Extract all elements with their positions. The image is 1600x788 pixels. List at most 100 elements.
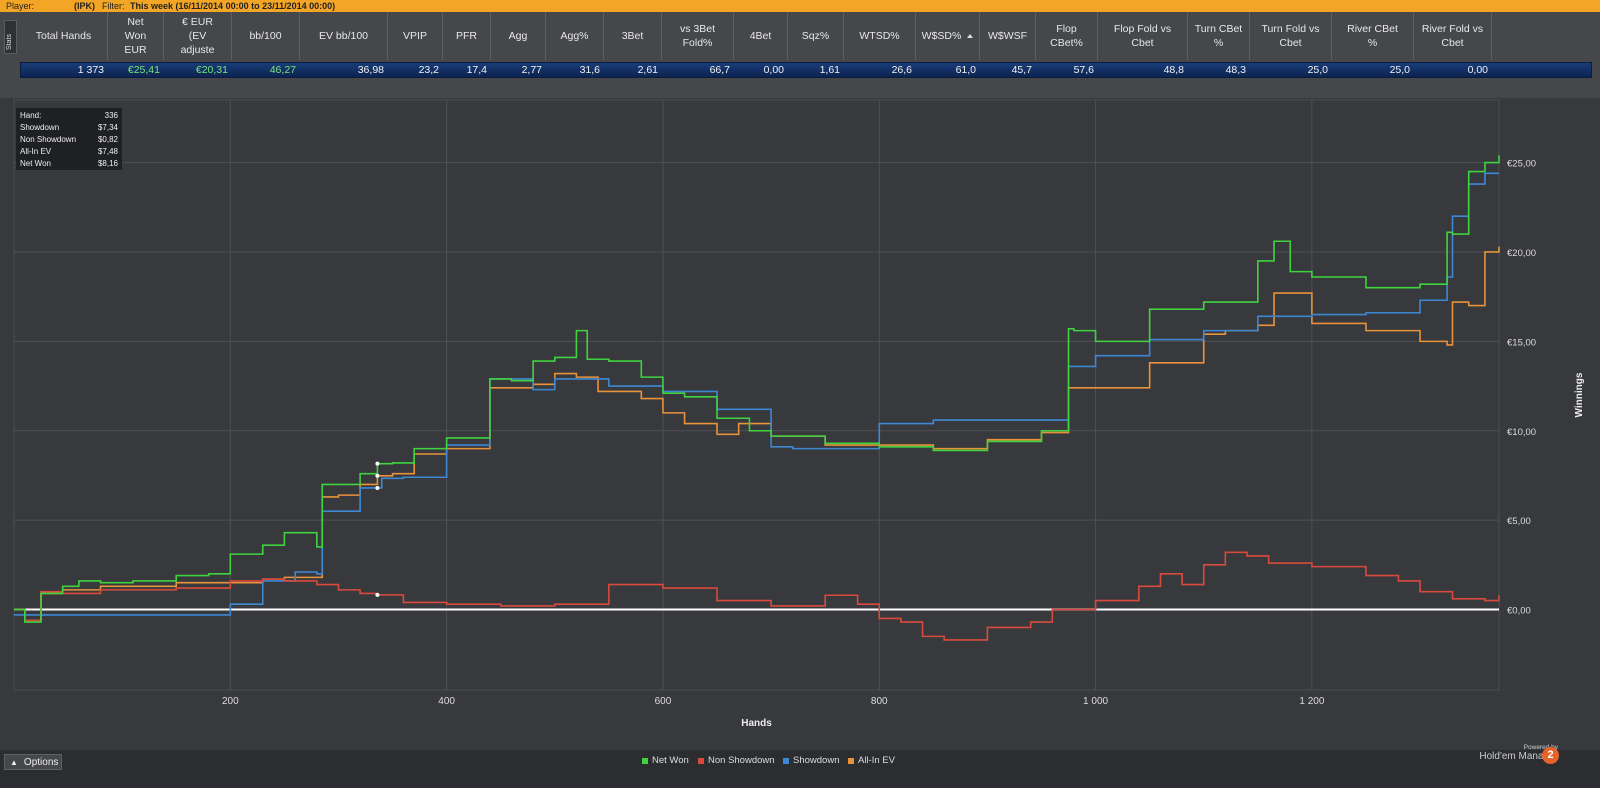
legend-swatch: [698, 757, 704, 764]
stats-header-label: € EUR (EV adjuste: [180, 16, 215, 56]
y-tick-label: €15,00: [1507, 337, 1536, 348]
stats-value-cell: 23,2: [418, 64, 439, 76]
stats-header-label: W$WSF: [987, 30, 1028, 42]
winnings-chart: 200 400 600 800 1 000 1 200 €0,00 €5,00 €10,00 €1…: [0, 98, 1600, 750]
stats-value-cell: 25,0: [1389, 64, 1410, 76]
options-button[interactable]: ▲ Options: [4, 754, 62, 770]
sort-ascending-icon: [967, 34, 974, 38]
plot-area: [13, 99, 1500, 691]
options-label: Options: [23, 756, 59, 768]
chart-svg: 200 400 600 800 1 000 1 200 €0,00 €5,00 €10,00 €1…: [13, 99, 1585, 729]
hand-tooltip-value: $8,16: [97, 159, 118, 168]
hand-tooltip-row: Hand: 336: [20, 110, 118, 122]
x-tick-label: 200: [222, 696, 239, 707]
stats-header-cell[interactable]: bb/100: [232, 12, 300, 60]
x-tick-label: 600: [655, 696, 672, 707]
y-tick-label: €10,00: [1507, 427, 1536, 438]
stats-header-cell[interactable]: vs 3Bet Fold%: [662, 12, 734, 60]
stats-header-label: WTSD%: [859, 30, 900, 42]
stats-tab-label: Stats: [6, 34, 13, 50]
stats-header-label: River Fold vs Cbet: [1421, 23, 1484, 49]
stats-header-cell[interactable]: Agg%: [546, 12, 604, 60]
stats-value-cell: 26,6: [891, 64, 912, 76]
stats-header-cell[interactable]: EV bb/100: [300, 12, 388, 60]
stats-value-cell: €25,41: [127, 64, 160, 76]
stats-tab[interactable]: Stats: [4, 20, 17, 54]
stats-header-cell[interactable]: River CBet %: [1332, 12, 1414, 60]
stats-header-cell[interactable]: Net Won EUR: [108, 12, 164, 60]
stats-header-cell[interactable]: PFR: [443, 12, 491, 60]
hand-tooltip-label: Net Won: [20, 159, 51, 168]
stats-header-cell[interactable]: Flop Fold vs Cbet: [1098, 12, 1188, 60]
legend-item[interactable]: Net Won: [642, 755, 689, 766]
x-tick-label: 400: [438, 696, 455, 707]
x-tick-label: 1 200: [1299, 696, 1324, 707]
stats-header-cell[interactable]: € EUR (EV adjuste: [164, 12, 232, 60]
stats-value-cell: 0,00: [763, 64, 784, 76]
stats-value-cell: 36,98: [357, 64, 384, 76]
stats-header-cell[interactable]: W$SD%: [916, 12, 980, 60]
legend-swatch: [642, 757, 648, 764]
y-tick-label: €5,00: [1507, 516, 1531, 527]
stats-value-cell: 1 373: [77, 64, 104, 76]
stats-header-cell[interactable]: Sqz%: [788, 12, 844, 60]
player-value[interactable]: (IPK): [74, 0, 95, 12]
x-tick-label: 1 000: [1083, 696, 1108, 707]
legend-item[interactable]: All-In EV: [848, 755, 895, 766]
stats-header-label: Total Hands: [35, 30, 92, 42]
stats-value-cell: €20,31: [195, 64, 228, 76]
y-tick-label: €25,00: [1507, 159, 1536, 170]
stats-header-label: Turn CBet %: [1194, 23, 1243, 49]
stats-panel: Stats Total Hands Net Won EUR € EUR (EV ad…: [0, 12, 1600, 98]
stats-header-cell[interactable]: Flop CBet%: [1036, 12, 1098, 60]
stats-header-cell[interactable]: Agg: [491, 12, 546, 60]
hand-tooltip-label: Hand:: [20, 111, 42, 120]
stats-header-cell[interactable]: River Fold vs Cbet: [1414, 12, 1492, 60]
stats-header-label: Flop CBet%: [1050, 23, 1083, 49]
stats-header-cell[interactable]: W$WSF: [980, 12, 1036, 60]
legend-label: Non Showdown: [708, 755, 775, 766]
stats-header-label: Agg: [508, 30, 528, 42]
hem-logo-icon: 2: [1542, 747, 1559, 764]
stats-header-row: Total Hands Net Won EUR € EUR (EV adjuste b…: [20, 12, 1592, 60]
filter-value[interactable]: This week (16/11/2014 00:00 to 23/11/201…: [130, 0, 335, 12]
stats-value-cell: 17,4: [466, 64, 487, 76]
stats-header-cell[interactable]: Turn CBet %: [1188, 12, 1250, 60]
chart-legend: Net Won Non Showdown Showdown All-In EV: [0, 752, 1600, 768]
legend-swatch: [848, 757, 854, 764]
hand-tooltip-label: Showdown: [20, 123, 60, 132]
filter-bar: Player: (IPK) Filter: This week (16/11/2…: [0, 0, 1600, 12]
stats-header-cell[interactable]: Total Hands: [20, 12, 108, 60]
stats-header-cell[interactable]: Turn Fold vs Cbet: [1250, 12, 1332, 60]
hover-marker: [375, 473, 380, 478]
stats-header-cell[interactable]: WTSD%: [844, 12, 916, 60]
stats-header-cell[interactable]: VPIP: [388, 12, 443, 60]
stats-header-label: Flop Fold vs Cbet: [1113, 23, 1172, 49]
legend-label: All-In EV: [858, 755, 895, 766]
legend-item[interactable]: Non Showdown: [698, 755, 775, 766]
hand-tooltip-row: Non Showdown $0,82: [20, 134, 118, 146]
legend-item[interactable]: Showdown: [783, 755, 839, 766]
stats-header-label: Net Won EUR: [124, 16, 147, 56]
stats-header-label: Turn Fold vs Cbet: [1261, 23, 1320, 49]
stats-header-label: Agg%: [560, 30, 589, 42]
stats-header-label: W$SD%: [921, 30, 962, 42]
hand-tooltip-value: 336: [104, 111, 118, 120]
stats-value-row[interactable]: 1 373 €25,41 €20,31 46,27 36,98 23,2 17,4 2,77 3…: [20, 62, 1592, 78]
stats-value-cell: 25,0: [1307, 64, 1328, 76]
stats-value-cell: 57,6: [1073, 64, 1094, 76]
legend-label: Net Won: [652, 755, 689, 766]
x-axis-label: Hands: [741, 718, 772, 729]
hover-marker: [375, 592, 380, 597]
stats-value-cell: 48,8: [1163, 64, 1184, 76]
hand-tooltip-row: Showdown $7,34: [20, 122, 118, 134]
stats-header-label: River CBet %: [1347, 23, 1398, 49]
stats-header-cell[interactable]: 3Bet: [604, 12, 662, 60]
stats-value-cell: 1,61: [819, 64, 840, 76]
hand-tooltip-label: Non Showdown: [20, 135, 77, 144]
stats-value-cell: 2,77: [521, 64, 542, 76]
legend-label: Showdown: [793, 755, 840, 766]
stats-header-cell[interactable]: 4Bet: [734, 12, 788, 60]
hand-tooltip: Hand: 336 Showdown $7,34 Non Showdown $0,82 Al…: [16, 108, 122, 170]
stats-header-label: bb/100: [249, 30, 282, 42]
